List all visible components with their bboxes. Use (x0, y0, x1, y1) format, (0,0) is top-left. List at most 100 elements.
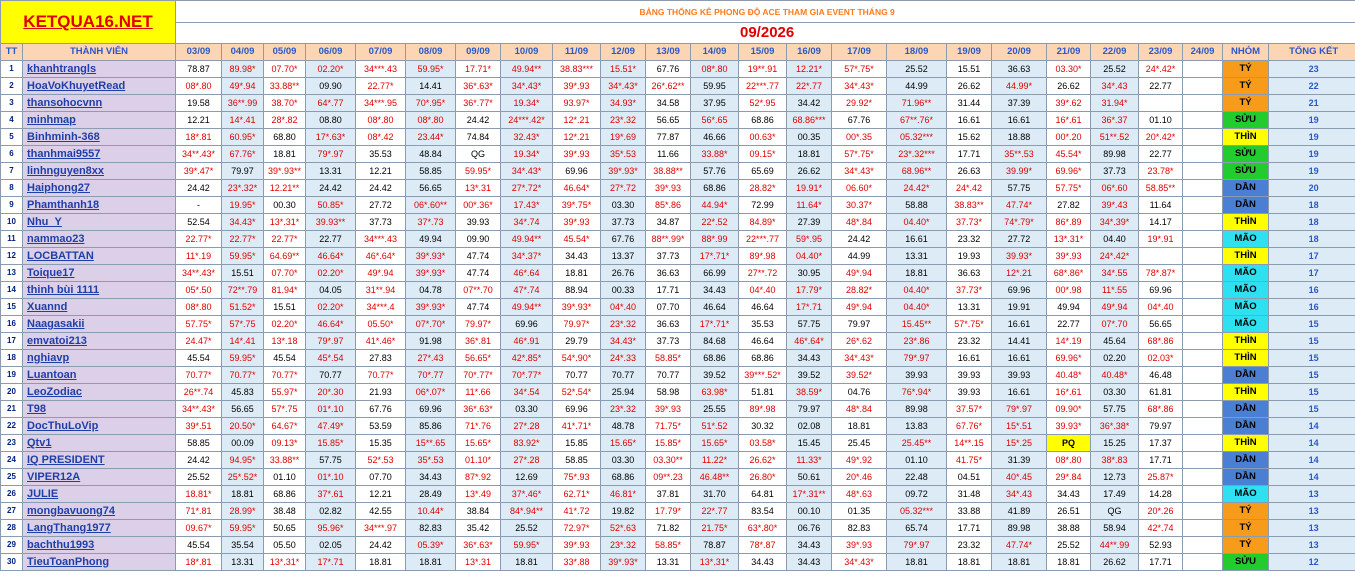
site-logo[interactable]: KETQUA16.NET (0, 0, 177, 44)
row-number: 11 (0, 230, 23, 248)
result-cell: 23*.32* (221, 179, 265, 197)
row-number: 9 (0, 196, 23, 214)
result-cell (1182, 213, 1224, 231)
row-number: 7 (0, 162, 23, 180)
result-cell: 63*.80* (738, 519, 788, 537)
result-cell: 79.97* (552, 315, 602, 333)
result-cell: 16.61 (991, 111, 1048, 129)
result-cell: 02.20* (305, 60, 357, 78)
member-name-link[interactable]: bachthu1993 (21, 536, 177, 554)
result-cell: 16.61 (991, 383, 1048, 401)
result-cell: 39.93 (455, 213, 502, 231)
member-name-link[interactable]: minhmap (21, 111, 177, 129)
result-cell: 08*.80 (355, 111, 407, 129)
result-cell: 57*.75 (221, 315, 265, 333)
result-cell: 34***.95 (355, 94, 407, 112)
table-row: 29 bachthu1993 45.54 35.54 05.50 02.05 24.42 05… (0, 536, 1355, 554)
row-number: 12 (0, 247, 23, 265)
member-name-link[interactable]: thinh bùi 1111 (21, 281, 177, 299)
result-cell: 71*.81 (175, 502, 223, 520)
member-name-link[interactable]: nghiavp (21, 349, 177, 367)
member-name-link[interactable]: khanhtrangls (21, 60, 177, 78)
member-name-link[interactable]: LangThang1977 (21, 519, 177, 537)
result-cell: 26.62* (738, 451, 788, 469)
result-cell: 60.95* (221, 128, 265, 146)
table-row: 13 Toique17 34**.43* 15.51 07.70* 02.20* 49*.9… (0, 264, 1355, 282)
member-name-link[interactable]: DocThuLoVip (21, 417, 177, 435)
result-cell: 39.99* (991, 162, 1048, 180)
result-cell: 54*.90* (552, 349, 602, 367)
member-name-link[interactable]: Xuannd (21, 298, 177, 316)
result-cell: 57.76 (690, 162, 740, 180)
result-cell: 35.54 (221, 536, 265, 554)
result-cell: 04*.40 (1138, 298, 1184, 316)
member-name-link[interactable]: Phamthanh18 (21, 196, 177, 214)
member-name-link[interactable]: LeoZodiac (21, 383, 177, 401)
result-cell: 39*.51 (175, 417, 223, 435)
group-badge: TÝ (1222, 77, 1270, 95)
result-cell: 59.95* (405, 60, 457, 78)
result-cell: 12*.21 (552, 128, 602, 146)
result-cell: 77.87 (645, 128, 692, 146)
result-cell: 24*.42* (1138, 60, 1184, 78)
member-name-link[interactable]: thansohocvnn (21, 94, 177, 112)
result-cell: 26**.74 (175, 383, 223, 401)
member-name-link[interactable]: Luantoan (21, 366, 177, 384)
result-cell: 18.81 (1046, 553, 1092, 571)
result-cell: 70.77 (600, 366, 647, 384)
result-cell (1182, 332, 1224, 350)
result-cell: 59.95* (221, 349, 265, 367)
member-name-link[interactable]: linhnguyen8xx (21, 162, 177, 180)
member-name-link[interactable]: Naagasakii (21, 315, 177, 333)
result-cell: 49*.94 (831, 264, 888, 282)
result-cell: 81.94* (263, 281, 307, 299)
member-name-link[interactable]: Toique17 (21, 264, 177, 282)
result-cell: 15.65* (690, 434, 740, 452)
table-row: 11 nammao23 22.77* 22.77* 22.77* 22.77 34***.4… (0, 230, 1355, 248)
result-cell: 39*.93* (600, 162, 647, 180)
group-badge: MÃO (1222, 230, 1270, 248)
result-cell: 29*.84 (1046, 468, 1092, 486)
member-name-link[interactable]: mongbavuong74 (21, 502, 177, 520)
result-cell: 59.95* (221, 519, 265, 537)
result-cell: 74*.79* (991, 213, 1048, 231)
member-name-link[interactable]: IQ PRESIDENT (21, 451, 177, 469)
result-cell: 36*.81 (455, 332, 502, 350)
result-cell: 27.72 (355, 196, 407, 214)
result-cell: 88.94 (552, 281, 602, 299)
result-cell: 68.80 (263, 128, 307, 146)
result-cell: 34.42 (786, 94, 833, 112)
member-name-link[interactable]: JULIE (21, 485, 177, 503)
result-cell: 00*.20 (1046, 128, 1092, 146)
member-name-link[interactable]: thanhmai9557 (21, 145, 177, 163)
result-cell (1182, 196, 1224, 214)
total-score: 15 (1268, 315, 1355, 333)
result-cell: 27.72 (991, 230, 1048, 248)
member-name-link[interactable]: Haiphong27 (21, 179, 177, 197)
result-cell: 46.48** (690, 468, 740, 486)
result-cell: 37*.61 (305, 485, 357, 503)
result-cell: 04*.40 (600, 298, 647, 316)
result-cell: 25.52 (175, 468, 223, 486)
result-cell: 79.97 (831, 315, 888, 333)
result-cell (1182, 451, 1224, 469)
result-cell: 45.64 (1090, 332, 1140, 350)
member-name-link[interactable]: HoaVoKhuyetRead (21, 77, 177, 95)
result-cell: 20*.42* (1138, 128, 1184, 146)
result-cell: 15.51 (263, 298, 307, 316)
member-name-link[interactable]: Qtv1 (21, 434, 177, 452)
result-cell: 34*.43* (500, 162, 554, 180)
member-name-link[interactable]: emvatoi213 (21, 332, 177, 350)
member-name-link[interactable]: TieuToanPhong (21, 553, 177, 571)
row-number: 8 (0, 179, 23, 197)
member-name-link[interactable]: Binhminh-368 (21, 128, 177, 146)
group-badge: THÌN (1222, 332, 1270, 350)
member-name-link[interactable]: nammao23 (21, 230, 177, 248)
result-cell: 15*.51 (991, 417, 1048, 435)
member-name-link[interactable]: LOCBATTAN (21, 247, 177, 265)
result-cell (1182, 502, 1224, 520)
result-cell: 03.30 (500, 400, 554, 418)
member-name-link[interactable]: VIPER12A (21, 468, 177, 486)
member-name-link[interactable]: Nhu_Y (21, 213, 177, 231)
member-name-link[interactable]: T98 (21, 400, 177, 418)
